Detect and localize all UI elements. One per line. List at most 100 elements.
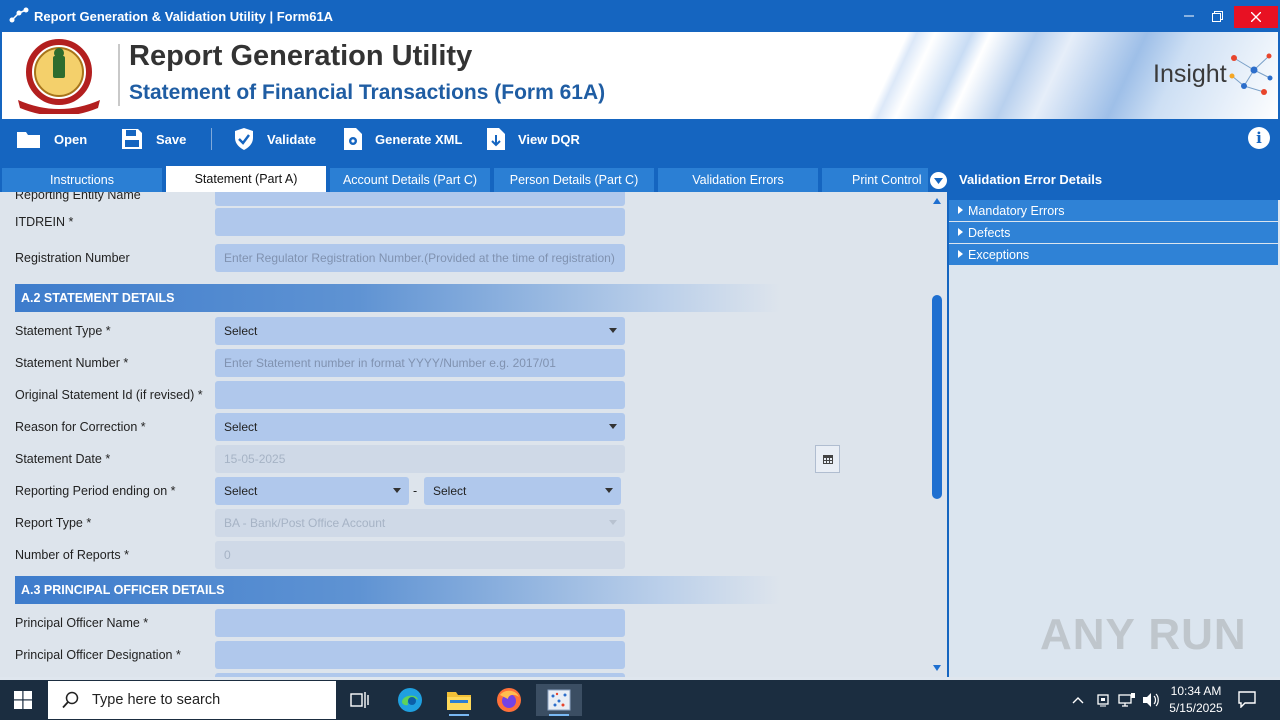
taskbar-search[interactable]: Type here to search (48, 681, 336, 719)
tab-statement-part-a[interactable]: Statement (Part A) (166, 166, 326, 192)
statement-number-label: Statement Number * (15, 356, 129, 370)
reporting-entity-name-input[interactable] (215, 192, 625, 206)
statement-number-input[interactable]: Enter Statement number in format YYYY/Nu… (215, 349, 625, 377)
node-label: Defects (968, 225, 1011, 240)
restore-icon (1211, 10, 1223, 22)
running-indicator (449, 714, 469, 716)
exceptions-node[interactable]: Exceptions (949, 244, 1278, 265)
network-tray-button[interactable] (1118, 680, 1136, 720)
period-month-value: Select (224, 484, 258, 498)
open-label: Open (54, 131, 88, 147)
tab-label: Statement (Part A) (194, 172, 298, 186)
app-subtitle: Statement of Financial Transactions (For… (129, 81, 606, 104)
edge-taskbar-button[interactable] (390, 684, 430, 716)
period-separator: - (413, 484, 418, 498)
reporting-period-year-select[interactable]: Select (424, 477, 621, 505)
principal-officer-name-input[interactable] (215, 609, 625, 637)
chevron-down-icon (934, 177, 943, 184)
dropdown-arrow-icon (609, 520, 617, 525)
scrollbar-thumb[interactable] (932, 295, 942, 499)
statement-date-label: Statement Date * (15, 452, 111, 466)
defects-node[interactable]: Defects (949, 222, 1278, 243)
generate-xml-button[interactable]: Generate XML (343, 124, 462, 154)
title-bar: Report Generation & Validation Utility |… (0, 0, 1280, 32)
validation-panel: Validation Error Details Mandatory Error… (949, 159, 1280, 677)
window-title: Report Generation & Validation Utility |… (34, 8, 334, 24)
tab-overflow-button[interactable] (930, 172, 947, 189)
principal-officer-designation-label: Principal Officer Designation * (15, 648, 181, 662)
notification-button[interactable] (1238, 690, 1256, 711)
next-field-input[interactable] (215, 673, 625, 677)
dropdown-arrow-icon (609, 328, 617, 333)
node-label: Exceptions (968, 247, 1030, 262)
watermark: ANY RUN (1040, 610, 1247, 659)
validate-button[interactable]: Validate (233, 124, 316, 154)
save-icon (122, 129, 142, 149)
start-button[interactable] (14, 691, 32, 712)
close-button[interactable] (1234, 6, 1278, 28)
view-dqr-button[interactable]: View DQR (486, 124, 580, 154)
tab-print-control[interactable]: Print Control (822, 168, 928, 192)
reporting-period-label: Reporting Period ending on * (15, 484, 176, 498)
task-view-button[interactable] (340, 684, 380, 716)
app-title: Report Generation Utility (129, 40, 473, 72)
form-scrollbar[interactable] (930, 192, 947, 677)
speaker-icon (1143, 693, 1159, 707)
tab-validation-errors[interactable]: Validation Errors (658, 168, 818, 192)
scroll-down-icon[interactable] (933, 665, 941, 671)
save-button[interactable]: Save (120, 124, 186, 154)
section-statement-details: A.2 STATEMENT DETAILS (15, 284, 780, 312)
report-type-label: Report Type * (15, 516, 92, 530)
header-banner: Report Generation Utility Statement of F… (0, 32, 1280, 119)
report-type-select[interactable]: BA - Bank/Post Office Account (215, 509, 625, 537)
taskbar: Type here to search 10:34 AM 5/15/2025 (0, 680, 1280, 720)
shield-check-icon (235, 128, 253, 150)
itdrein-label: ITDREIN * (15, 215, 74, 229)
scroll-up-icon[interactable] (933, 198, 941, 204)
validate-label: Validate (267, 131, 317, 147)
toolbar-separator (211, 128, 212, 150)
file-explorer-button[interactable] (439, 684, 479, 716)
firefox-button[interactable] (489, 684, 529, 716)
dropdown-arrow-icon (605, 488, 613, 493)
expand-arrow-icon[interactable] (958, 206, 963, 214)
statement-type-select[interactable]: Select (215, 317, 625, 345)
tray-device-icon[interactable] (1096, 680, 1110, 720)
principal-officer-name-label: Principal Officer Name * (15, 616, 149, 630)
app-icon (9, 7, 29, 23)
info-icon[interactable]: i (1248, 127, 1270, 149)
show-hidden-icons[interactable] (1072, 680, 1084, 720)
network-icon (1118, 693, 1135, 707)
tab-instructions[interactable]: Instructions (2, 168, 162, 192)
statement-date-value: 15-05-2025 (224, 452, 286, 466)
reporting-period-month-select[interactable]: Select (215, 477, 409, 505)
file-download-icon (487, 128, 505, 150)
number-of-reports-input[interactable]: 0 (215, 541, 625, 569)
registration-number-input[interactable]: Enter Regulator Registration Number.(Pro… (215, 244, 625, 272)
app-icon (547, 689, 571, 711)
itdrein-input[interactable] (215, 208, 625, 236)
statement-type-label: Statement Type * (15, 324, 111, 338)
mandatory-errors-node[interactable]: Mandatory Errors (949, 200, 1278, 221)
statement-date-input[interactable]: 15-05-2025 (215, 445, 840, 473)
close-icon (1251, 12, 1261, 22)
expand-arrow-icon[interactable] (958, 250, 963, 258)
original-statement-id-input[interactable] (215, 381, 625, 409)
reporting-entity-name-label: Reporting Entity Name (15, 192, 141, 202)
open-button[interactable]: Open (16, 124, 87, 154)
search-placeholder: Type here to search (92, 692, 221, 708)
folder-icon (17, 132, 40, 148)
windows-logo-icon (14, 691, 32, 709)
tab-account-details[interactable]: Account Details (Part C) (330, 168, 490, 192)
calendar-button[interactable] (815, 445, 840, 473)
volume-tray-button[interactable] (1142, 680, 1160, 720)
tab-person-details[interactable]: Person Details (Part C) (494, 168, 654, 192)
reason-for-correction-select[interactable]: Select (215, 413, 625, 441)
tab-label: Validation Errors (692, 173, 784, 187)
expand-arrow-icon[interactable] (958, 228, 963, 236)
system-clock[interactable]: 10:34 AM 5/15/2025 (1160, 683, 1232, 717)
report-utility-taskbar-button[interactable] (536, 684, 582, 716)
principal-officer-designation-input[interactable] (215, 641, 625, 669)
folder-icon (447, 692, 471, 710)
network-logo-icon (1229, 53, 1273, 95)
